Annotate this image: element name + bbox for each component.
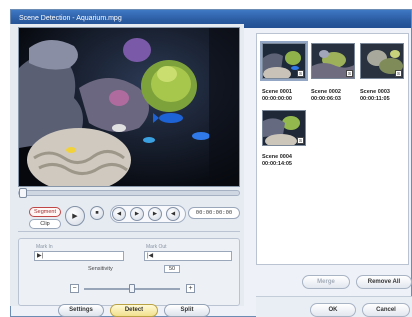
scene-time: 00:00:14:05: [262, 160, 292, 167]
scene-time: 00:00:11:05: [360, 95, 390, 102]
scene-time: 00:00:00:00: [262, 95, 292, 102]
stop-button[interactable]: ■: [90, 206, 104, 220]
previous-scene-button[interactable]: ◀: [112, 207, 126, 221]
next-scene-button[interactable]: ◀: [166, 207, 180, 221]
scene-caption: Scene 0001 00:00:00:00: [262, 89, 318, 102]
settings-button[interactable]: Settings: [58, 304, 104, 317]
scene-thumbnail[interactable]: S: [360, 43, 404, 79]
scene-time: 00:00:06:03: [311, 95, 341, 102]
mark-out-icon: |◀: [147, 253, 154, 259]
sensitivity-label: Sensitivity: [88, 266, 113, 272]
previous-frame-button[interactable]: ▶: [130, 207, 144, 221]
next-frame-button[interactable]: ▶: [148, 207, 162, 221]
play-icon: ▶: [72, 213, 78, 220]
step-back-icon: ▶: [134, 211, 140, 217]
previous-icon: ◀: [116, 211, 122, 217]
video-preview: [18, 27, 240, 187]
mark-out-label: Mark Out: [146, 244, 167, 250]
seek-thumb[interactable]: [19, 188, 27, 198]
scene-caption: Scene 0003 00:00:11:05: [360, 89, 410, 102]
scene-caption: Scene 0004 00:00:14:05: [262, 154, 318, 167]
ok-button[interactable]: OK: [310, 303, 356, 317]
next-icon: ◀: [170, 211, 176, 217]
merge-button[interactable]: Merge: [302, 275, 350, 289]
seek-bar[interactable]: [18, 188, 240, 198]
scene-badge: S: [297, 70, 304, 77]
play-button[interactable]: ▶: [65, 206, 85, 226]
segment-mode-tab[interactable]: Segment: [29, 207, 61, 217]
sensitivity-value[interactable]: 50: [164, 265, 180, 273]
clip-mode-tab[interactable]: Clip: [29, 219, 61, 229]
sensitivity-increase-button[interactable]: +: [186, 284, 195, 293]
mark-out-field[interactable]: |◀: [144, 251, 232, 261]
divider: [18, 231, 240, 232]
sensitivity-slider[interactable]: [84, 284, 180, 293]
scene-badge: S: [395, 70, 402, 77]
aquarium-frame-image: [19, 28, 239, 186]
cancel-button[interactable]: Cancel: [362, 303, 410, 317]
scene-thumbnail[interactable]: S: [260, 41, 308, 81]
mark-in-label: Mark In: [36, 244, 53, 250]
scene-badge: S: [297, 137, 304, 144]
stop-icon: ■: [95, 210, 99, 216]
mark-in-field[interactable]: ▶|: [34, 251, 124, 261]
detect-button[interactable]: Detect: [110, 304, 158, 317]
scene-thumbnail[interactable]: S: [311, 43, 355, 79]
scene-caption: Scene 0002 00:00:06:03: [311, 89, 367, 102]
scene-thumbnail[interactable]: S: [262, 110, 306, 146]
timecode-display: 00:00:00:00: [188, 207, 240, 219]
sensitivity-decrease-button[interactable]: −: [70, 284, 79, 293]
split-button[interactable]: Split: [164, 304, 210, 317]
step-forward-icon: ▶: [152, 211, 158, 217]
remove-all-button[interactable]: Remove All: [356, 275, 412, 289]
mark-in-icon: ▶|: [37, 253, 44, 259]
sensitivity-slider-thumb[interactable]: [129, 284, 135, 293]
scene-badge: S: [346, 70, 353, 77]
